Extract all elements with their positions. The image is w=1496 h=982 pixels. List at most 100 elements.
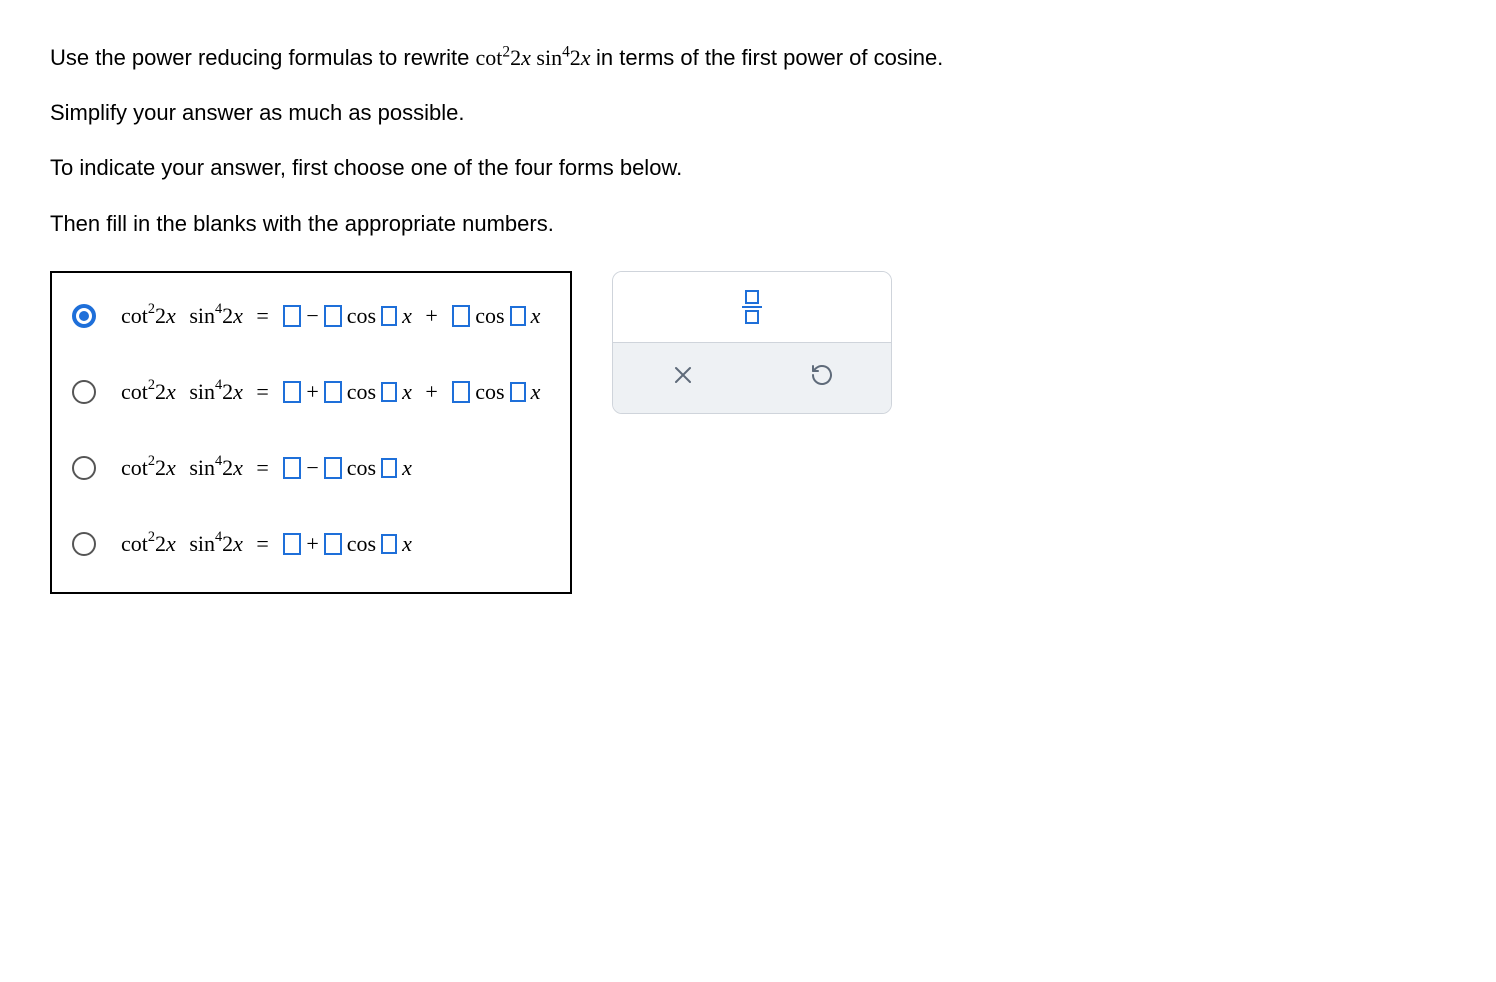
lhs-sin: sin [189,303,215,328]
blank-input[interactable] [381,458,397,478]
blank-input[interactable] [283,381,301,403]
lhs-x-b: x [233,531,243,556]
blank-input[interactable] [283,533,301,555]
fraction-tool-button[interactable] [613,272,891,342]
cos-label: cos [347,455,376,481]
lhs-two: 2 [155,379,166,404]
lhs-x-b: x [233,455,243,480]
cos-label: cos [347,379,376,405]
reset-icon [810,363,834,393]
operator-plus: + [306,531,318,557]
equation-option-2: cot22x sin42x = + cosx + cosx [121,379,540,405]
lhs-sin: sin [189,531,215,556]
tool-panel [612,271,892,414]
lhs-sup2: 2 [148,377,155,393]
blank-input[interactable] [452,381,470,403]
lhs-sup4: 4 [215,377,222,393]
operator-plus: + [425,379,437,405]
lhs-two-b: 2 [222,379,233,404]
options-box: cot22x sin42x = − cosx + cosx cot22x [50,271,572,594]
expr-sup-4: 4 [562,44,570,61]
fraction-icon [742,290,762,324]
question-line-2: Simplify your answer as much as possible… [50,95,1446,130]
clear-button[interactable] [613,343,752,413]
lhs-x-b: x [233,379,243,404]
lhs-sup2: 2 [148,453,155,469]
lhs-sup4: 4 [215,453,222,469]
x-label: x [402,531,412,557]
tool-row-insert [613,272,891,343]
lhs-cot: cot [121,531,148,556]
cos-label: cos [475,379,504,405]
blank-input[interactable] [324,305,342,327]
x-label: x [402,379,412,405]
option-row-1: cot22x sin42x = − cosx + cosx [72,303,540,329]
x-label: x [402,303,412,329]
question-line-1-post: in terms of the first power of cosine. [596,45,943,70]
lhs-two-b: 2 [222,531,233,556]
equals-sign: = [256,455,268,481]
lhs-cot: cot [121,455,148,480]
blank-input[interactable] [324,533,342,555]
close-icon [671,363,695,393]
equation-option-4: cot22x sin42x = + cosx [121,531,412,557]
radio-option-2[interactable] [72,380,96,404]
blank-input[interactable] [510,306,526,326]
lhs-sup2: 2 [148,529,155,545]
expr-two-2: 2 [570,45,581,70]
operator-plus: + [425,303,437,329]
blank-input[interactable] [324,457,342,479]
lhs-sup4: 4 [215,529,222,545]
radio-option-3[interactable] [72,456,96,480]
blank-input[interactable] [381,382,397,402]
cos-label: cos [347,531,376,557]
option-row-3: cot22x sin42x = − cosx [72,455,540,481]
lhs-two: 2 [155,455,166,480]
radio-option-1[interactable] [72,304,96,328]
blank-input[interactable] [381,534,397,554]
lhs-x: x [166,455,176,480]
question-line-1: Use the power reducing formulas to rewri… [50,40,1446,75]
blank-input[interactable] [283,457,301,479]
equals-sign: = [256,303,268,329]
cos-label: cos [475,303,504,329]
lhs-two-b: 2 [222,455,233,480]
blank-input[interactable] [283,305,301,327]
blank-input[interactable] [510,382,526,402]
equation-option-1: cot22x sin42x = − cosx + cosx [121,303,540,329]
reset-button[interactable] [752,343,891,413]
question-expression: cot22x sin42x [476,45,597,70]
expr-sup-2: 2 [502,44,510,61]
tool-row-actions [613,343,891,413]
question-line-4: Then fill in the blanks with the appropr… [50,206,1446,241]
x-label: x [402,455,412,481]
blank-input[interactable] [381,306,397,326]
operator-plus: + [306,379,318,405]
lhs-x-b: x [233,303,243,328]
lhs-x: x [166,379,176,404]
lhs-sup2: 2 [148,301,155,317]
lhs-x: x [166,303,176,328]
content-row: cot22x sin42x = − cosx + cosx cot22x [50,271,1446,594]
expr-cot: cot [476,45,503,70]
equals-sign: = [256,531,268,557]
blank-input[interactable] [324,381,342,403]
question-line-3: To indicate your answer, first choose on… [50,150,1446,185]
x-label: x [531,303,541,329]
blank-input[interactable] [452,305,470,327]
radio-option-4[interactable] [72,532,96,556]
option-row-2: cot22x sin42x = + cosx + cosx [72,379,540,405]
expr-x: x [521,45,531,70]
expr-sin: sin [536,45,562,70]
operator-minus: − [306,455,318,481]
equals-sign: = [256,379,268,405]
lhs-sin: sin [189,455,215,480]
question-line-1-pre: Use the power reducing formulas to rewri… [50,45,476,70]
lhs-x: x [166,531,176,556]
operator-minus: − [306,303,318,329]
expr-two: 2 [510,45,521,70]
x-label: x [531,379,541,405]
cos-label: cos [347,303,376,329]
equation-option-3: cot22x sin42x = − cosx [121,455,412,481]
lhs-sup4: 4 [215,301,222,317]
